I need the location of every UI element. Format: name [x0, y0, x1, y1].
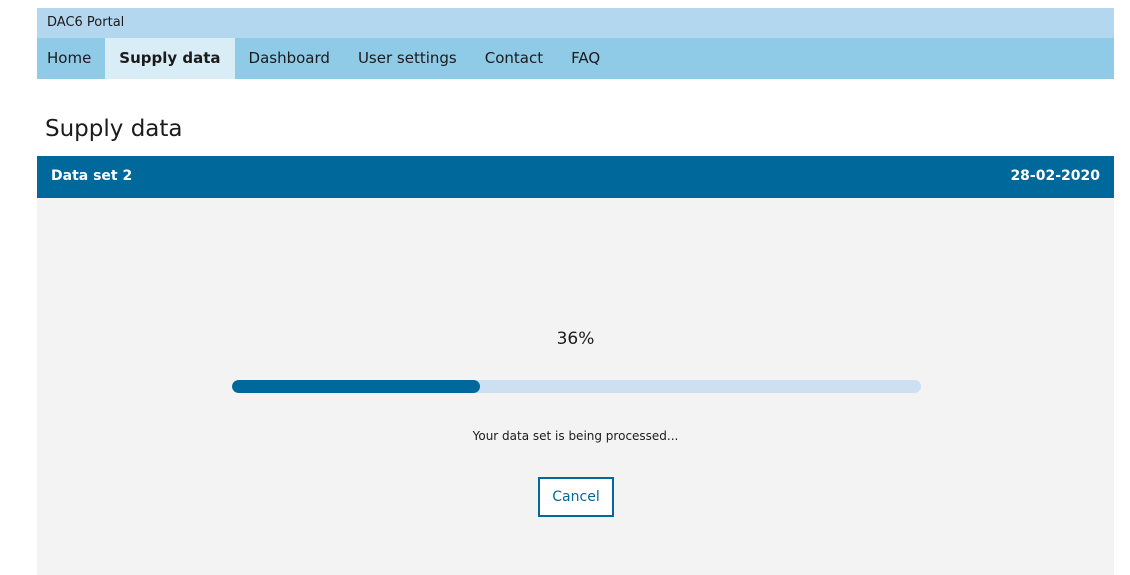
- main-nav: Home Supply data Dashboard User settings…: [37, 38, 1114, 79]
- nav-item-supply-data[interactable]: Supply data: [105, 38, 235, 79]
- dataset-panel: 36% Your data set is being processed... …: [37, 198, 1114, 575]
- progress-bar: [232, 380, 921, 393]
- page-title: Supply data: [45, 116, 183, 142]
- progress-bar-fill: [232, 380, 481, 393]
- nav-item-contact[interactable]: Contact: [471, 38, 557, 79]
- dataset-header: Data set 2 28-02-2020: [37, 156, 1114, 198]
- nav-item-faq[interactable]: FAQ: [557, 38, 614, 79]
- top-header: DAC6 Portal: [37, 8, 1114, 38]
- nav-item-dashboard[interactable]: Dashboard: [235, 38, 344, 79]
- nav-item-home[interactable]: Home: [37, 38, 105, 79]
- dataset-date: 28-02-2020: [1010, 168, 1100, 184]
- portal-name: DAC6 Portal: [47, 15, 125, 30]
- cancel-button[interactable]: Cancel: [538, 477, 614, 517]
- dataset-name: Data set 2: [51, 168, 133, 184]
- progress-percent: 36%: [556, 329, 595, 349]
- nav-item-user-settings[interactable]: User settings: [344, 38, 471, 79]
- page: DAC6 Portal Home Supply data Dashboard U…: [0, 0, 1130, 575]
- processing-status: Your data set is being processed...: [472, 429, 679, 443]
